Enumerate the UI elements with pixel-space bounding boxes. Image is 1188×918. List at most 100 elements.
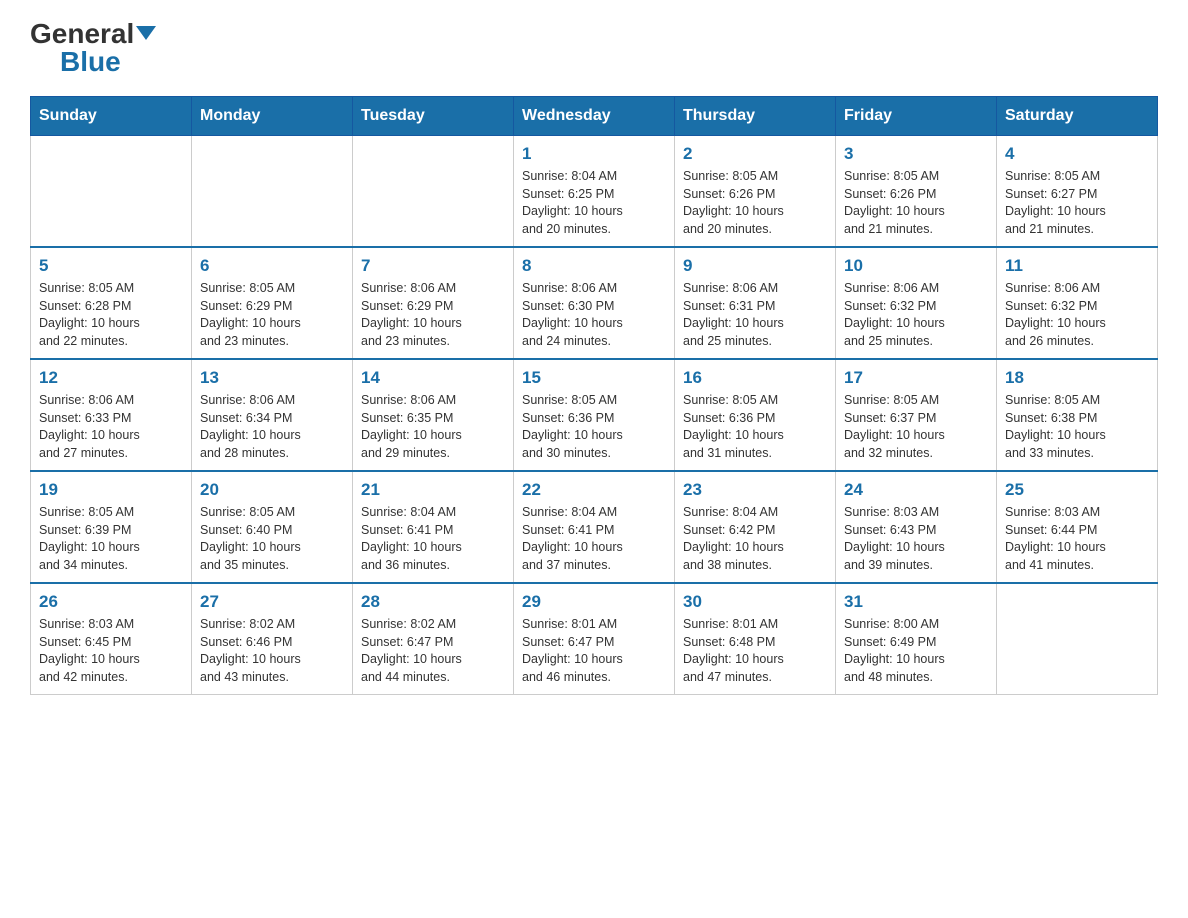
day-info: Sunrise: 8:01 AM Sunset: 6:47 PM Dayligh… xyxy=(522,616,666,686)
day-info: Sunrise: 8:04 AM Sunset: 6:41 PM Dayligh… xyxy=(361,504,505,574)
day-number: 6 xyxy=(200,256,344,276)
calendar-header-friday: Friday xyxy=(836,97,997,136)
calendar-cell: 11Sunrise: 8:06 AM Sunset: 6:32 PM Dayli… xyxy=(997,247,1158,359)
day-number: 19 xyxy=(39,480,183,500)
calendar-cell: 23 Sunrise: 8:04 AM Sunset: 6:42 PM Dayli… xyxy=(675,471,836,583)
day-info: Sunrise: 8:05 AM Sunset: 6:37 PM Dayligh… xyxy=(844,392,988,462)
day-number: 7 xyxy=(361,256,505,276)
day-number: 11 xyxy=(1005,256,1149,276)
day-info: Sunrise: 8:00 AM Sunset: 6:49 PM Dayligh… xyxy=(844,616,988,686)
calendar-cell: 8 Sunrise: 8:06 AM Sunset: 6:30 PM Daylig… xyxy=(514,247,675,359)
day-info: Sunrise: 8:04 AM Sunset: 6:25 PM Dayligh… xyxy=(522,168,666,238)
calendar-cell: 1Sunrise: 8:04 AM Sunset: 6:25 PM Daylig… xyxy=(514,136,675,248)
calendar-cell: 9 Sunrise: 8:06 AM Sunset: 6:31 PM Daylig… xyxy=(675,247,836,359)
calendar-cell: 21 Sunrise: 8:04 AM Sunset: 6:41 PM Dayli… xyxy=(353,471,514,583)
day-number: 4 xyxy=(1005,144,1149,164)
day-number: 15 xyxy=(522,368,666,388)
day-number: 12 xyxy=(39,368,183,388)
day-info: Sunrise: 8:06 AM Sunset: 6:33 PM Dayligh… xyxy=(39,392,183,462)
day-info: Sunrise: 8:05 AM Sunset: 6:26 PM Dayligh… xyxy=(683,168,827,238)
page-header: General Blue xyxy=(30,20,1158,76)
calendar-header-row: SundayMondayTuesdayWednesdayThursdayFrid… xyxy=(31,97,1158,136)
day-info: Sunrise: 8:05 AM Sunset: 6:39 PM Dayligh… xyxy=(39,504,183,574)
calendar-cell: 6 Sunrise: 8:05 AM Sunset: 6:29 PM Daylig… xyxy=(192,247,353,359)
calendar-week-row: 1Sunrise: 8:04 AM Sunset: 6:25 PM Daylig… xyxy=(31,136,1158,248)
day-number: 20 xyxy=(200,480,344,500)
day-number: 10 xyxy=(844,256,988,276)
day-info: Sunrise: 8:05 AM Sunset: 6:27 PM Dayligh… xyxy=(1005,168,1149,238)
day-number: 29 xyxy=(522,592,666,612)
calendar-cell: 29 Sunrise: 8:01 AM Sunset: 6:47 PM Dayli… xyxy=(514,583,675,695)
day-info: Sunrise: 8:02 AM Sunset: 6:47 PM Dayligh… xyxy=(361,616,505,686)
calendar-cell: 10 Sunrise: 8:06 AM Sunset: 6:32 PM Dayli… xyxy=(836,247,997,359)
day-info: Sunrise: 8:06 AM Sunset: 6:29 PM Dayligh… xyxy=(361,280,505,350)
calendar-table: SundayMondayTuesdayWednesdayThursdayFrid… xyxy=(30,96,1158,695)
day-number: 8 xyxy=(522,256,666,276)
day-number: 14 xyxy=(361,368,505,388)
day-info: Sunrise: 8:05 AM Sunset: 6:36 PM Dayligh… xyxy=(683,392,827,462)
calendar-header-thursday: Thursday xyxy=(675,97,836,136)
calendar-cell: 24 Sunrise: 8:03 AM Sunset: 6:43 PM Dayli… xyxy=(836,471,997,583)
day-info: Sunrise: 8:06 AM Sunset: 6:31 PM Dayligh… xyxy=(683,280,827,350)
day-info: Sunrise: 8:05 AM Sunset: 6:29 PM Dayligh… xyxy=(200,280,344,350)
calendar-cell: 20 Sunrise: 8:05 AM Sunset: 6:40 PM Dayli… xyxy=(192,471,353,583)
calendar-cell: 17Sunrise: 8:05 AM Sunset: 6:37 PM Dayli… xyxy=(836,359,997,471)
day-number: 30 xyxy=(683,592,827,612)
calendar-cell: 3Sunrise: 8:05 AM Sunset: 6:26 PM Daylig… xyxy=(836,136,997,248)
calendar-cell xyxy=(353,136,514,248)
calendar-cell: 13 Sunrise: 8:06 AM Sunset: 6:34 PM Dayli… xyxy=(192,359,353,471)
day-info: Sunrise: 8:01 AM Sunset: 6:48 PM Dayligh… xyxy=(683,616,827,686)
day-info: Sunrise: 8:06 AM Sunset: 6:32 PM Dayligh… xyxy=(844,280,988,350)
day-number: 23 xyxy=(683,480,827,500)
day-info: Sunrise: 8:06 AM Sunset: 6:34 PM Dayligh… xyxy=(200,392,344,462)
day-info: Sunrise: 8:03 AM Sunset: 6:45 PM Dayligh… xyxy=(39,616,183,686)
day-info: Sunrise: 8:02 AM Sunset: 6:46 PM Dayligh… xyxy=(200,616,344,686)
calendar-cell: 16 Sunrise: 8:05 AM Sunset: 6:36 PM Dayli… xyxy=(675,359,836,471)
day-number: 27 xyxy=(200,592,344,612)
day-number: 9 xyxy=(683,256,827,276)
day-number: 16 xyxy=(683,368,827,388)
day-info: Sunrise: 8:03 AM Sunset: 6:43 PM Dayligh… xyxy=(844,504,988,574)
calendar-cell: 12 Sunrise: 8:06 AM Sunset: 6:33 PM Dayli… xyxy=(31,359,192,471)
calendar-cell: 28 Sunrise: 8:02 AM Sunset: 6:47 PM Dayli… xyxy=(353,583,514,695)
calendar-cell: 7 Sunrise: 8:06 AM Sunset: 6:29 PM Daylig… xyxy=(353,247,514,359)
calendar-cell: 31 Sunrise: 8:00 AM Sunset: 6:49 PM Dayli… xyxy=(836,583,997,695)
calendar-header-monday: Monday xyxy=(192,97,353,136)
day-info: Sunrise: 8:06 AM Sunset: 6:30 PM Dayligh… xyxy=(522,280,666,350)
calendar-week-row: 19 Sunrise: 8:05 AM Sunset: 6:39 PM Dayli… xyxy=(31,471,1158,583)
logo-general-text: General xyxy=(30,20,134,48)
calendar-cell: 5 Sunrise: 8:05 AM Sunset: 6:28 PM Daylig… xyxy=(31,247,192,359)
day-number: 26 xyxy=(39,592,183,612)
day-number: 24 xyxy=(844,480,988,500)
day-info: Sunrise: 8:05 AM Sunset: 6:38 PM Dayligh… xyxy=(1005,392,1149,462)
calendar-cell: 30 Sunrise: 8:01 AM Sunset: 6:48 PM Dayli… xyxy=(675,583,836,695)
calendar-cell xyxy=(997,583,1158,695)
day-info: Sunrise: 8:05 AM Sunset: 6:28 PM Dayligh… xyxy=(39,280,183,350)
day-info: Sunrise: 8:05 AM Sunset: 6:40 PM Dayligh… xyxy=(200,504,344,574)
calendar-cell: 27 Sunrise: 8:02 AM Sunset: 6:46 PM Dayli… xyxy=(192,583,353,695)
day-number: 3 xyxy=(844,144,988,164)
calendar-cell: 4 Sunrise: 8:05 AM Sunset: 6:27 PM Daylig… xyxy=(997,136,1158,248)
calendar-cell: 26 Sunrise: 8:03 AM Sunset: 6:45 PM Dayli… xyxy=(31,583,192,695)
calendar-cell xyxy=(192,136,353,248)
day-number: 22 xyxy=(522,480,666,500)
day-number: 18 xyxy=(1005,368,1149,388)
calendar-cell xyxy=(31,136,192,248)
calendar-header-wednesday: Wednesday xyxy=(514,97,675,136)
calendar-cell: 22 Sunrise: 8:04 AM Sunset: 6:41 PM Dayli… xyxy=(514,471,675,583)
logo: General Blue xyxy=(30,20,156,76)
day-number: 13 xyxy=(200,368,344,388)
day-number: 5 xyxy=(39,256,183,276)
day-number: 25 xyxy=(1005,480,1149,500)
calendar-week-row: 12 Sunrise: 8:06 AM Sunset: 6:33 PM Dayli… xyxy=(31,359,1158,471)
calendar-cell: 2Sunrise: 8:05 AM Sunset: 6:26 PM Daylig… xyxy=(675,136,836,248)
day-number: 28 xyxy=(361,592,505,612)
day-number: 21 xyxy=(361,480,505,500)
calendar-week-row: 26 Sunrise: 8:03 AM Sunset: 6:45 PM Dayli… xyxy=(31,583,1158,695)
day-info: Sunrise: 8:04 AM Sunset: 6:42 PM Dayligh… xyxy=(683,504,827,574)
calendar-header-sunday: Sunday xyxy=(31,97,192,136)
day-number: 31 xyxy=(844,592,988,612)
calendar-header-saturday: Saturday xyxy=(997,97,1158,136)
calendar-week-row: 5 Sunrise: 8:05 AM Sunset: 6:28 PM Daylig… xyxy=(31,247,1158,359)
day-info: Sunrise: 8:04 AM Sunset: 6:41 PM Dayligh… xyxy=(522,504,666,574)
